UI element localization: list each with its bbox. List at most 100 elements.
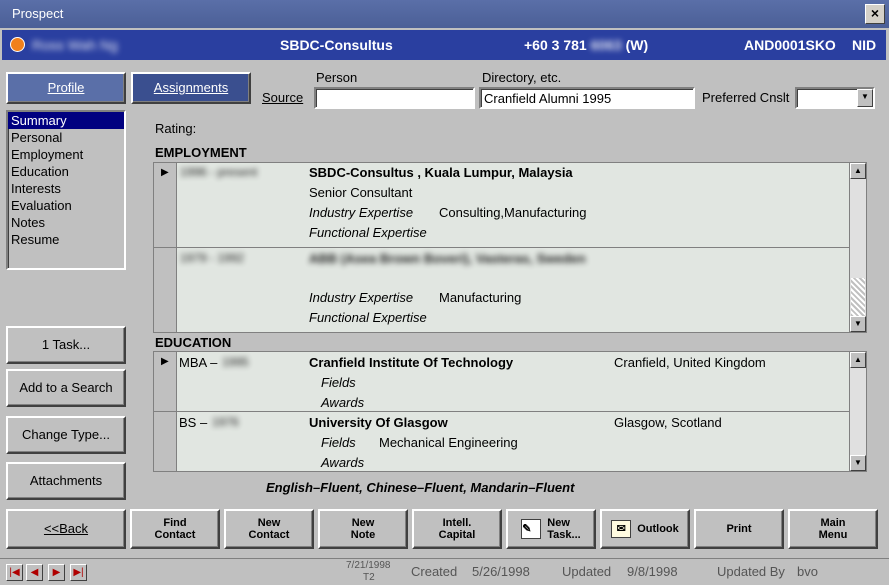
row-selector[interactable]: ▶	[154, 163, 177, 248]
preferred-consultant-select[interactable]: ▼	[795, 87, 875, 109]
scroll-down-icon[interactable]: ▼	[850, 455, 866, 471]
education-heading: EDUCATION	[155, 335, 232, 350]
employment-title: Senior Consultant	[309, 185, 413, 200]
chevron-down-icon[interactable]: ▼	[857, 89, 873, 107]
row-selector[interactable]	[154, 248, 177, 332]
scroll-up-icon[interactable]: ▲	[850, 163, 866, 179]
outlook-icon: ✉	[611, 520, 632, 538]
intell-capital-label-2: Capital	[438, 529, 476, 541]
task-button[interactable]: 1 Task...	[6, 326, 126, 364]
main-menu-button[interactable]: Main Menu	[788, 509, 878, 549]
main-menu-label-2: Menu	[818, 529, 848, 541]
new-contact-label-2: Contact	[248, 529, 290, 541]
scroll-down-icon[interactable]: ▼	[850, 316, 866, 332]
add-to-search-button[interactable]: Add to a Search	[6, 369, 126, 407]
employment-scrollbar[interactable]: ▲ ▼	[849, 163, 866, 332]
company-name: SBDC-Consultus	[280, 37, 393, 53]
created-date: 5/26/1998	[472, 564, 530, 579]
new-task-button[interactable]: ✎ New Task...	[506, 509, 596, 549]
functional-expertise-label: Functional Expertise	[309, 310, 427, 325]
find-contact-label-1: Find	[163, 517, 187, 529]
back-label: <<Back	[43, 521, 89, 536]
school-name[interactable]: University Of Glasgow	[309, 415, 448, 430]
record-flag: NID	[852, 37, 877, 53]
created-label: Created	[411, 564, 458, 579]
scroll-track[interactable]	[850, 179, 866, 269]
row-divider	[177, 411, 851, 412]
school-location: Glasgow, Scotland	[614, 415, 722, 430]
print-button[interactable]: Print	[694, 509, 784, 549]
section-item-personal[interactable]: Personal	[8, 129, 124, 146]
current-row-icon: ▶	[161, 356, 169, 367]
outlook-button[interactable]: ✉ Outlook	[600, 509, 690, 549]
phone-prefix: +60 3 781	[524, 37, 587, 53]
section-item-evaluation[interactable]: Evaluation	[8, 197, 124, 214]
employment-company[interactable]: ABB (Asea Brown Boveri), Vasteras, Swede…	[309, 251, 586, 266]
preferred-consultant-label: Preferred Cnslt	[702, 90, 790, 105]
employment-dates: 1979 - 1992	[180, 251, 245, 265]
attachments-button[interactable]: Attachments	[6, 462, 126, 500]
row-selector[interactable]	[154, 412, 177, 471]
scroll-thumb[interactable]	[851, 278, 865, 316]
last-record-icon[interactable]: ▶|	[70, 564, 87, 581]
status-bar: |◀ ◀ ▶ ▶| 7/21/1998 T2 Created 5/26/1998…	[0, 558, 889, 585]
status-terminal: T2	[363, 572, 375, 583]
industry-expertise-value: Consulting,Manufacturing	[439, 205, 587, 220]
degree-year: 1976	[212, 415, 239, 429]
section-item-summary[interactable]: Summary	[8, 112, 124, 129]
next-record-icon[interactable]: ▶	[48, 564, 65, 581]
section-item-education[interactable]: Education	[8, 163, 124, 180]
fields-label: Fields	[321, 435, 356, 450]
calendar-icon: ✎	[521, 519, 542, 539]
directory-input[interactable]: Cranfield Alumni 1995	[479, 87, 695, 109]
section-item-notes[interactable]: Notes	[8, 214, 124, 231]
status-date: 7/21/1998	[346, 560, 391, 571]
new-note-button[interactable]: New Note	[318, 509, 408, 549]
directory-label: Directory, etc.	[482, 70, 562, 85]
school-name[interactable]: Cranfield Institute Of Technology	[309, 355, 513, 370]
functional-expertise-label: Functional Expertise	[309, 225, 427, 240]
degree: MBA –	[179, 355, 218, 370]
find-contact-label-2: Contact	[154, 529, 196, 541]
window-title: Prospect	[12, 6, 64, 21]
new-note-label-2: Note	[350, 529, 376, 541]
employment-company[interactable]: SBDC-Consultus , Kuala Lumpur, Malaysia	[309, 165, 573, 180]
phone-hidden: 6063	[590, 37, 622, 53]
education-scrollbar[interactable]: ▲ ▼	[849, 352, 866, 471]
tab-assignments[interactable]: Assignments	[131, 72, 251, 104]
change-type-button[interactable]: Change Type...	[6, 416, 126, 454]
section-item-employment[interactable]: Employment	[8, 146, 124, 163]
intell-capital-button[interactable]: Intell. Capital	[412, 509, 502, 549]
previous-record-icon[interactable]: ◀	[26, 564, 43, 581]
employment-panel: ▶ 1996 - present SBDC-Consultus , Kuala …	[153, 162, 867, 333]
industry-expertise-value: Manufacturing	[439, 290, 522, 305]
first-record-icon[interactable]: |◀	[6, 564, 23, 581]
fields-value: Mechanical Engineering	[379, 435, 518, 450]
education-panel: ▶ MBA – 1995 Cranfield Institute Of Tech…	[153, 351, 867, 472]
print-label: Print	[726, 523, 752, 535]
new-contact-label-1: New	[257, 517, 281, 529]
school-location: Cranfield, United Kingdom	[614, 355, 766, 370]
updated-date: 9/8/1998	[627, 564, 678, 579]
intell-capital-label-1: Intell.	[442, 517, 472, 529]
phone-suffix: (W)	[625, 37, 649, 53]
tab-profile[interactable]: Profile	[6, 72, 126, 104]
source-label: Source	[262, 90, 304, 105]
person-input[interactable]	[314, 87, 475, 109]
fields-label: Fields	[321, 375, 356, 390]
new-task-label-2: Task...	[547, 529, 581, 541]
industry-expertise-label: Industry Expertise	[309, 205, 414, 220]
back-button[interactable]: <<Back	[6, 509, 126, 549]
new-contact-button[interactable]: New Contact	[224, 509, 314, 549]
phone-number: +60 3 781 6063 (W)	[524, 37, 648, 53]
updated-label: Updated	[562, 564, 612, 579]
record-code: AND0001SKO	[744, 37, 836, 53]
find-contact-button[interactable]: Find Contact	[130, 509, 220, 549]
scroll-up-icon[interactable]: ▲	[850, 352, 866, 368]
rating-label: Rating:	[155, 121, 197, 136]
section-item-interests[interactable]: Interests	[8, 180, 124, 197]
section-item-resume[interactable]: Resume	[8, 231, 124, 248]
close-button[interactable]: ×	[865, 4, 885, 24]
row-selector[interactable]: ▶	[154, 352, 177, 412]
row-divider	[177, 247, 851, 248]
